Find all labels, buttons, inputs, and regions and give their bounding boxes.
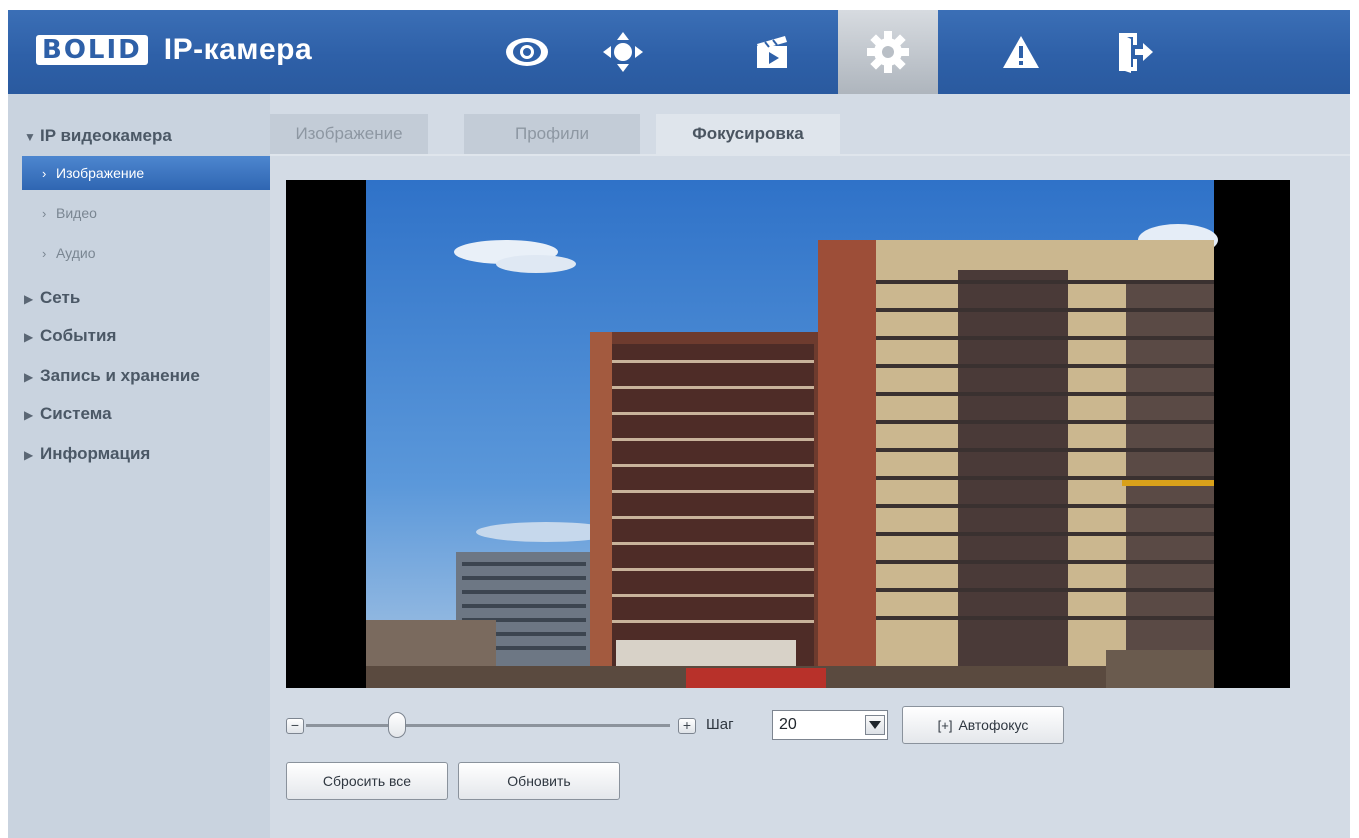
camera-frame-image	[286, 180, 1290, 688]
tab-focus[interactable]: Фокусировка	[656, 114, 840, 154]
alarm-button[interactable]	[976, 10, 1066, 94]
sidebar-item-label: Изображение	[56, 165, 145, 181]
sidebar-item-label: Видео	[56, 205, 97, 221]
reset-all-button[interactable]: Сбросить все	[286, 762, 448, 800]
expanded-triangle-icon: ▼	[24, 130, 36, 144]
settings-button[interactable]	[838, 10, 938, 94]
zoom-minus-button[interactable]: −	[286, 718, 304, 734]
alarm-icon	[1003, 36, 1039, 68]
logo: BOLID IP-камера	[36, 32, 312, 68]
autofocus-button[interactable]: [+] Автофокус	[902, 706, 1064, 744]
sidebar-section-label: События	[40, 326, 117, 345]
main-area: ▼ IP видеокамера › Изображение › Видео › Ауд…	[8, 94, 1350, 838]
step-value: 20	[779, 716, 797, 733]
collapsed-triangle-icon: ▶	[24, 448, 34, 462]
logout-icon	[1119, 33, 1153, 73]
chevron-right-icon: ›	[42, 166, 47, 181]
video-preview	[286, 180, 1290, 688]
sidebar-section-system[interactable]: ▶ Система	[24, 402, 112, 426]
refresh-button[interactable]: Обновить	[458, 762, 620, 800]
ptz-button[interactable]	[578, 10, 668, 94]
tab-image[interactable]: Изображение	[270, 114, 428, 154]
sidebar-section-info[interactable]: ▶ Информация	[24, 442, 150, 466]
top-header: BOLID IP-камера	[8, 10, 1350, 94]
dropdown-arrow-icon[interactable]	[865, 715, 885, 735]
collapsed-triangle-icon: ▶	[24, 330, 34, 344]
sidebar-item-audio[interactable]: › Аудио	[22, 236, 270, 270]
logout-button[interactable]	[1090, 10, 1180, 94]
chevron-right-icon: ›	[42, 246, 47, 261]
zoom-plus-button[interactable]: +	[678, 718, 696, 734]
sidebar: ▼ IP видеокамера › Изображение › Видео › Ауд…	[8, 94, 270, 838]
sidebar-section-label: Информация	[40, 444, 151, 463]
sidebar-section-network[interactable]: ▶ Сеть	[24, 286, 80, 310]
settings-icon	[867, 31, 909, 73]
eye-icon	[506, 38, 548, 66]
step-select[interactable]: 20	[772, 710, 888, 740]
step-label: Шаг	[706, 716, 734, 733]
sidebar-section-label: Сеть	[40, 288, 81, 307]
content-panel: Изображение Профили Фокусировка − + Шаг …	[270, 94, 1350, 838]
collapsed-triangle-icon: ▶	[24, 370, 34, 384]
live-view-button[interactable]	[482, 10, 572, 94]
sidebar-item-video[interactable]: › Видео	[22, 196, 270, 230]
sidebar-section-label: Запись и хранение	[40, 366, 200, 385]
sidebar-item-label: Аудио	[56, 245, 96, 261]
sidebar-section-events[interactable]: ▶ События	[24, 324, 116, 348]
sidebar-section-storage[interactable]: ▶ Запись и хранение	[24, 364, 200, 388]
focus-slider-track[interactable]	[306, 724, 670, 727]
focus-slider-thumb[interactable]	[388, 712, 406, 738]
collapsed-triangle-icon: ▶	[24, 292, 34, 306]
autofocus-icon: [+]	[937, 718, 953, 733]
playback-button[interactable]	[728, 10, 818, 94]
tab-underline	[270, 154, 1350, 156]
chevron-right-icon: ›	[42, 206, 47, 221]
autofocus-label: Автофокус	[958, 717, 1029, 733]
sidebar-item-image[interactable]: › Изображение	[22, 156, 270, 190]
tab-profiles[interactable]: Профили	[464, 114, 640, 154]
collapsed-triangle-icon: ▶	[24, 408, 34, 422]
sidebar-root-ip-camera[interactable]: ▼ IP видеокамера	[24, 124, 172, 148]
sidebar-section-label: Система	[40, 404, 112, 423]
playback-icon	[757, 36, 787, 68]
bolid-logo: BOLID	[36, 35, 148, 65]
ptz-icon	[603, 32, 643, 72]
sidebar-root-label: IP видеокамера	[40, 126, 172, 145]
app-title: IP-камера	[163, 33, 313, 66]
